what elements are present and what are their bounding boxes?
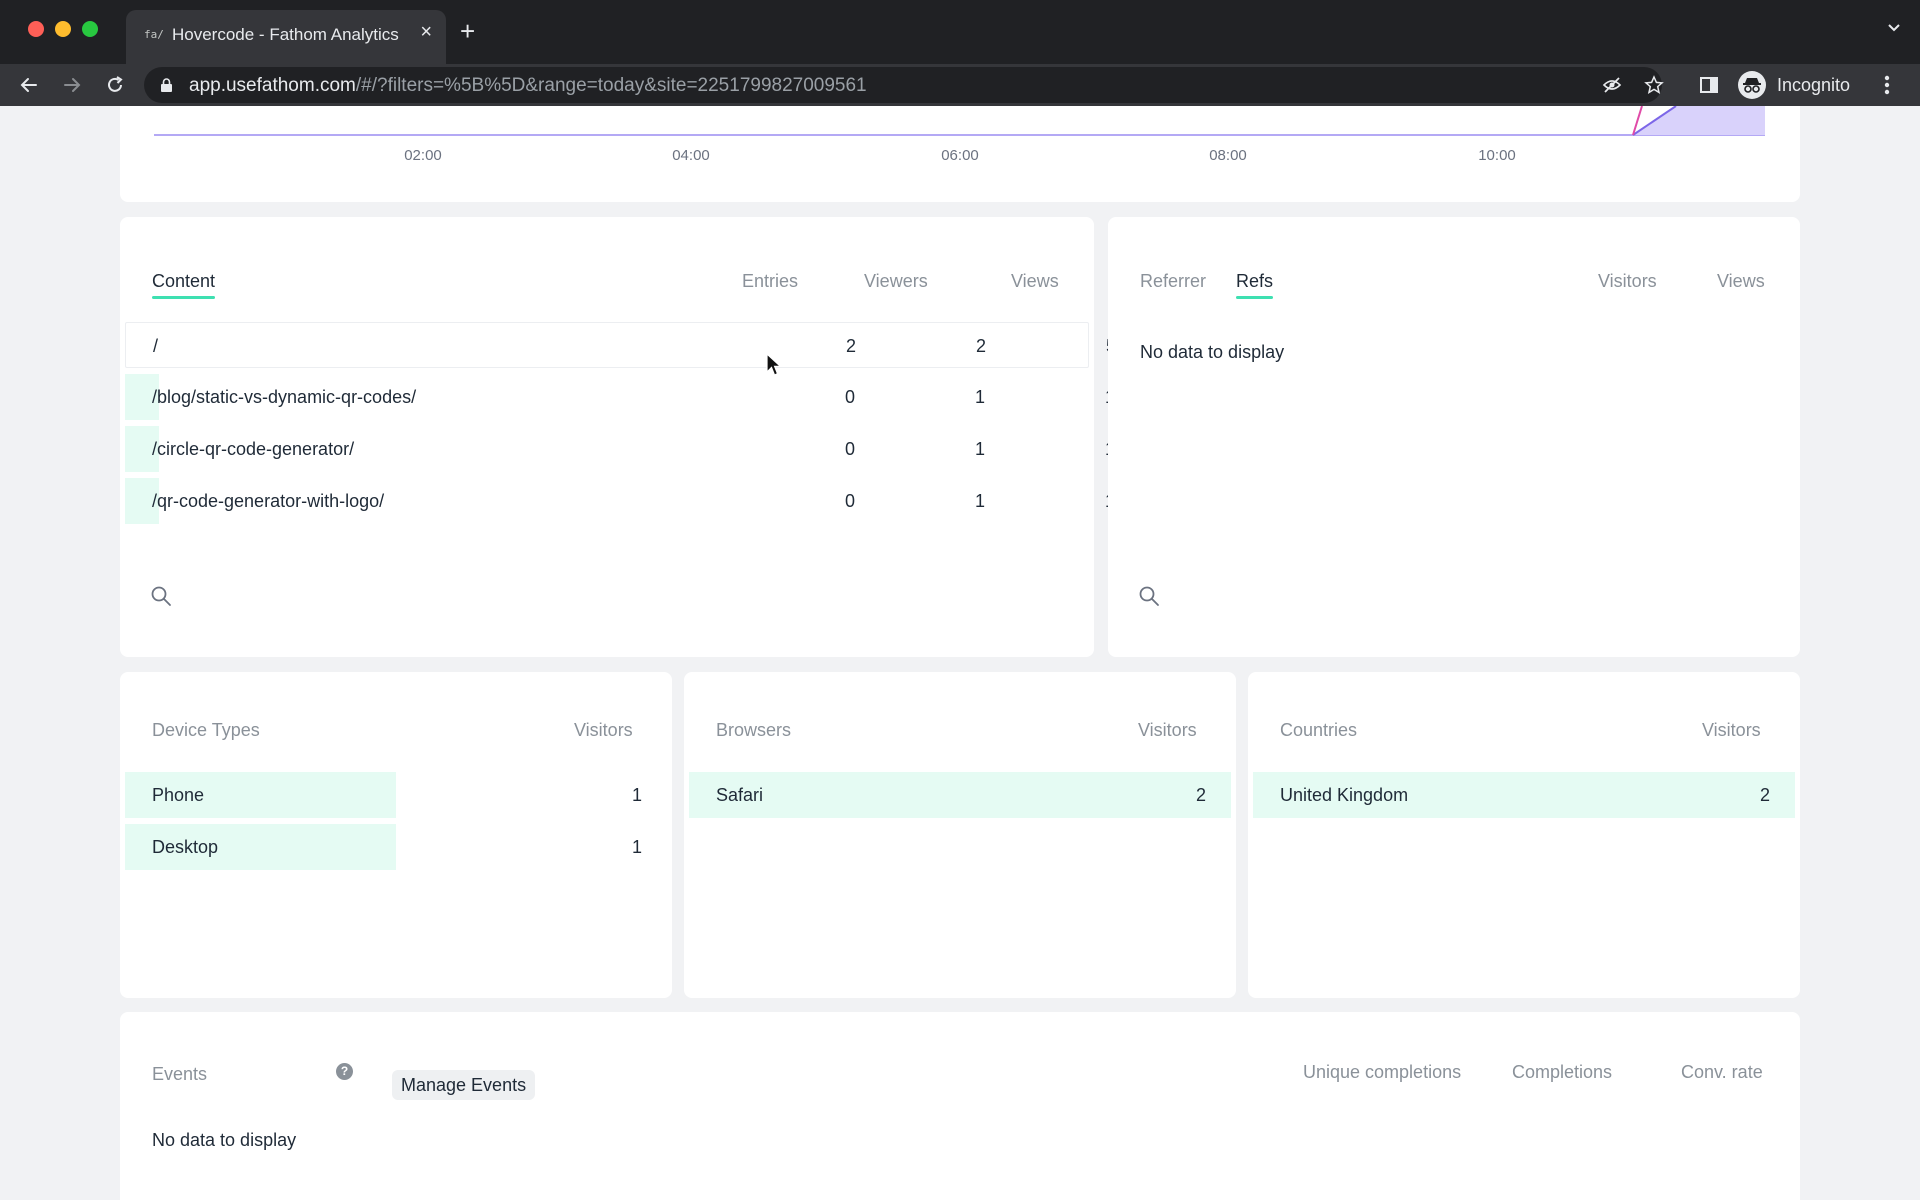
search-icon[interactable] [150,585,172,607]
browser-menu-icon[interactable] [1884,74,1890,96]
url-text[interactable]: app.usefathom.com/#/?filters=%5B%5D&rang… [189,75,867,97]
visitors-chart-card: 02:00 04:00 06:00 08:00 10:00 [120,106,1800,202]
visitors-value: 1 [631,837,642,857]
column-completions-header[interactable]: Completions [1512,1062,1612,1083]
bookmark-star-icon[interactable] [1644,75,1664,95]
column-visitors-header[interactable]: Visitors [1598,271,1657,292]
entries-value: 0 [844,491,855,511]
browser-toolbar: app.usefathom.com/#/?filters=%5B%5D&rang… [0,64,1920,106]
visitors-value: 1 [631,785,642,805]
browser-tabstrip: fa/ Hovercode - Fathom Analytics × + [0,0,1920,64]
reload-icon[interactable] [104,74,126,96]
x-tick-label: 04:00 [672,147,710,164]
events-title: Events [152,1064,208,1084]
views-value: 1 [1055,387,1115,408]
search-icon[interactable] [1138,585,1160,607]
device-types-title: Device Types [152,720,260,740]
page-path-link[interactable]: /circle-qr-code-generator/ [152,439,354,460]
tab-refs[interactable]: Refs [1236,271,1274,299]
page-path-link[interactable]: / [153,336,158,357]
browser-row[interactable]: Safari 2 [689,772,1231,818]
visitors-chart-plot [154,106,1765,136]
incognito-profile-button[interactable]: Incognito [1738,68,1888,102]
events-card: Events ? Manage Events Unique completion… [120,1012,1800,1200]
browsers-title: Browsers [716,720,792,740]
column-visitors-header[interactable]: Visitors [574,720,633,741]
fathom-favicon-icon: fa/ [144,28,164,41]
referrer-card: Referrer Refs Visitors Views No data to … [1108,217,1800,657]
maximize-window-button[interactable] [82,21,98,37]
column-conv-rate-header[interactable]: Conv. rate [1681,1062,1763,1083]
incognito-icon [1738,71,1766,99]
minimize-window-button[interactable] [55,21,71,37]
content-table-row[interactable]: / 2 2 5 [125,322,1116,368]
entries-value: 0 [844,387,855,407]
device-type-label[interactable]: Desktop [152,837,218,858]
page-path-link[interactable]: /blog/static-vs-dynamic-qr-codes/ [152,387,416,408]
manage-events-button[interactable]: Manage Events [392,1070,536,1100]
tab-content[interactable]: Content [152,271,216,299]
country-label[interactable]: United Kingdom [1280,785,1408,806]
viewers-value: 2 [975,336,986,356]
tab-search-chevron-icon[interactable] [1888,22,1900,34]
country-row[interactable]: United Kingdom 2 [1253,772,1795,818]
new-tab-icon[interactable]: + [460,18,475,44]
visitors-value: 2 [1195,785,1206,805]
column-visitors-header[interactable]: Visitors [1702,720,1761,741]
page-path-link[interactable]: /qr-code-generator-with-logo/ [152,491,384,512]
close-tab-icon[interactable]: × [420,22,432,42]
tab-title: Hovercode - Fathom Analytics [172,25,399,44]
views-value: 1 [1055,439,1115,460]
views-value: 5 [1056,336,1116,357]
x-tick-label: 02:00 [404,147,442,164]
incognito-label: Incognito [1777,75,1851,95]
column-entries-header[interactable]: Entries [742,271,798,292]
help-icon[interactable]: ? [336,1063,353,1080]
column-viewers-header[interactable]: Viewers [864,271,928,292]
empty-state-text: No data to display [152,1130,297,1150]
viewers-value: 1 [974,439,985,459]
device-type-label[interactable]: Phone [152,785,204,806]
address-bar[interactable]: app.usefathom.com/#/?filters=%5B%5D&rang… [144,67,1664,103]
column-views-header[interactable]: Views [1011,271,1059,292]
device-types-card: Device Types Visitors Phone 1 Desktop 1 [120,672,672,998]
x-tick-label: 06:00 [941,147,979,164]
x-tick-label: 08:00 [1209,147,1247,164]
active-tab-underline [152,296,216,299]
eye-slash-icon[interactable] [1602,75,1622,95]
back-arrow-icon[interactable] [18,74,40,96]
viewers-value: 1 [974,387,985,407]
mouse-cursor-icon [766,353,782,376]
forward-arrow-icon[interactable] [61,74,83,96]
column-visitors-header[interactable]: Visitors [1138,720,1197,741]
entries-value: 0 [844,439,855,459]
browser-tab-active[interactable]: fa/ Hovercode - Fathom Analytics × [126,10,446,64]
browser-label[interactable]: Safari [716,785,763,806]
visitors-value: 2 [1759,785,1770,805]
column-unique-completions-header[interactable]: Unique completions [1303,1062,1461,1083]
viewers-value: 1 [974,491,985,511]
content-table-row[interactable]: /circle-qr-code-generator/0 1 1 [125,426,1115,472]
column-views-header[interactable]: Views [1717,271,1765,292]
empty-state-text: No data to display [1140,342,1285,362]
views-value: 1 [1055,491,1115,512]
side-panel-icon[interactable] [1698,74,1720,96]
device-type-row[interactable]: Desktop 1 [125,824,667,870]
countries-title: Countries [1280,720,1358,740]
browsers-card: Browsers Visitors Safari 2 [684,672,1236,998]
x-tick-label: 10:00 [1478,147,1516,164]
lock-icon[interactable] [160,78,173,92]
close-window-button[interactable] [28,21,44,37]
entries-value: 2 [845,336,856,356]
tab-referrer[interactable]: Referrer [1140,271,1206,292]
active-tab-underline [1236,296,1274,299]
content-table-row[interactable]: /qr-code-generator-with-logo/0 1 1 [125,478,1115,524]
content-card: Content Entries Viewers Views / 2 2 5/blog/… [120,217,1116,657]
content-table-row[interactable]: /blog/static-vs-dynamic-qr-codes/0 1 1 [125,374,1115,420]
device-type-row[interactable]: Phone 1 [125,772,667,818]
countries-card: Countries Visitors United Kingdom 2 [1248,672,1800,998]
